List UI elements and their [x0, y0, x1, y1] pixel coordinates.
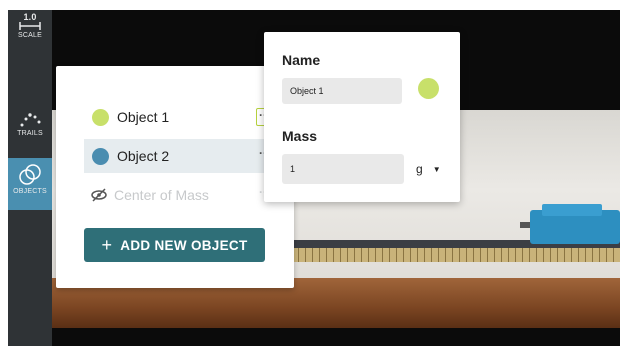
- add-new-object-label: ADD NEW OBJECT: [120, 237, 248, 253]
- name-heading: Name: [282, 52, 321, 68]
- video-cart-top: [542, 204, 602, 216]
- mass-unit-select[interactable]: g ▼: [416, 162, 441, 176]
- ruler-icon: [19, 22, 41, 30]
- object-properties-popover: Name Object 1 Mass 1 g ▼: [264, 32, 460, 202]
- plus-icon: +: [101, 234, 113, 255]
- object-color-dot: [92, 147, 109, 165]
- add-new-object-button[interactable]: + ADD NEW OBJECT: [84, 228, 265, 262]
- object-label: Center of Mass: [114, 187, 209, 203]
- objects-panel: Object 1 ··· Object 2 ··· Center of Mass…: [56, 66, 294, 288]
- scale-value: 1.0: [23, 12, 37, 22]
- object-row-1[interactable]: Object 1 ···: [84, 100, 280, 134]
- mass-heading: Mass: [282, 128, 318, 144]
- name-field[interactable]: Object 1: [282, 78, 402, 104]
- trails-label: TRAILS: [17, 130, 43, 137]
- hidden-eye-icon[interactable]: [90, 188, 108, 202]
- chevron-down-icon: ▼: [432, 164, 441, 174]
- left-toolbar: 1.0 SCALE TRAILS OBJECTS: [8, 10, 52, 346]
- video-ruler: [292, 248, 620, 262]
- objects-label: OBJECTS: [13, 188, 47, 195]
- mass-unit-value: g: [416, 162, 423, 176]
- scale-tool[interactable]: 1.0 SCALE: [8, 12, 52, 52]
- mass-field[interactable]: 1: [282, 154, 404, 184]
- scale-label: SCALE: [18, 32, 42, 39]
- object-color-picker[interactable]: [418, 78, 439, 99]
- object-row-center-of-mass[interactable]: Center of Mass ···: [84, 178, 280, 212]
- object-label: Object 1: [117, 109, 170, 125]
- objects-icon: [19, 164, 41, 185]
- object-color-dot: [92, 108, 109, 126]
- object-label: Object 2: [117, 148, 170, 164]
- object-row-2[interactable]: Object 2 ···: [84, 139, 280, 173]
- objects-tool[interactable]: OBJECTS: [8, 158, 52, 210]
- trails-icon: [20, 113, 41, 127]
- trails-tool[interactable]: TRAILS: [8, 110, 52, 154]
